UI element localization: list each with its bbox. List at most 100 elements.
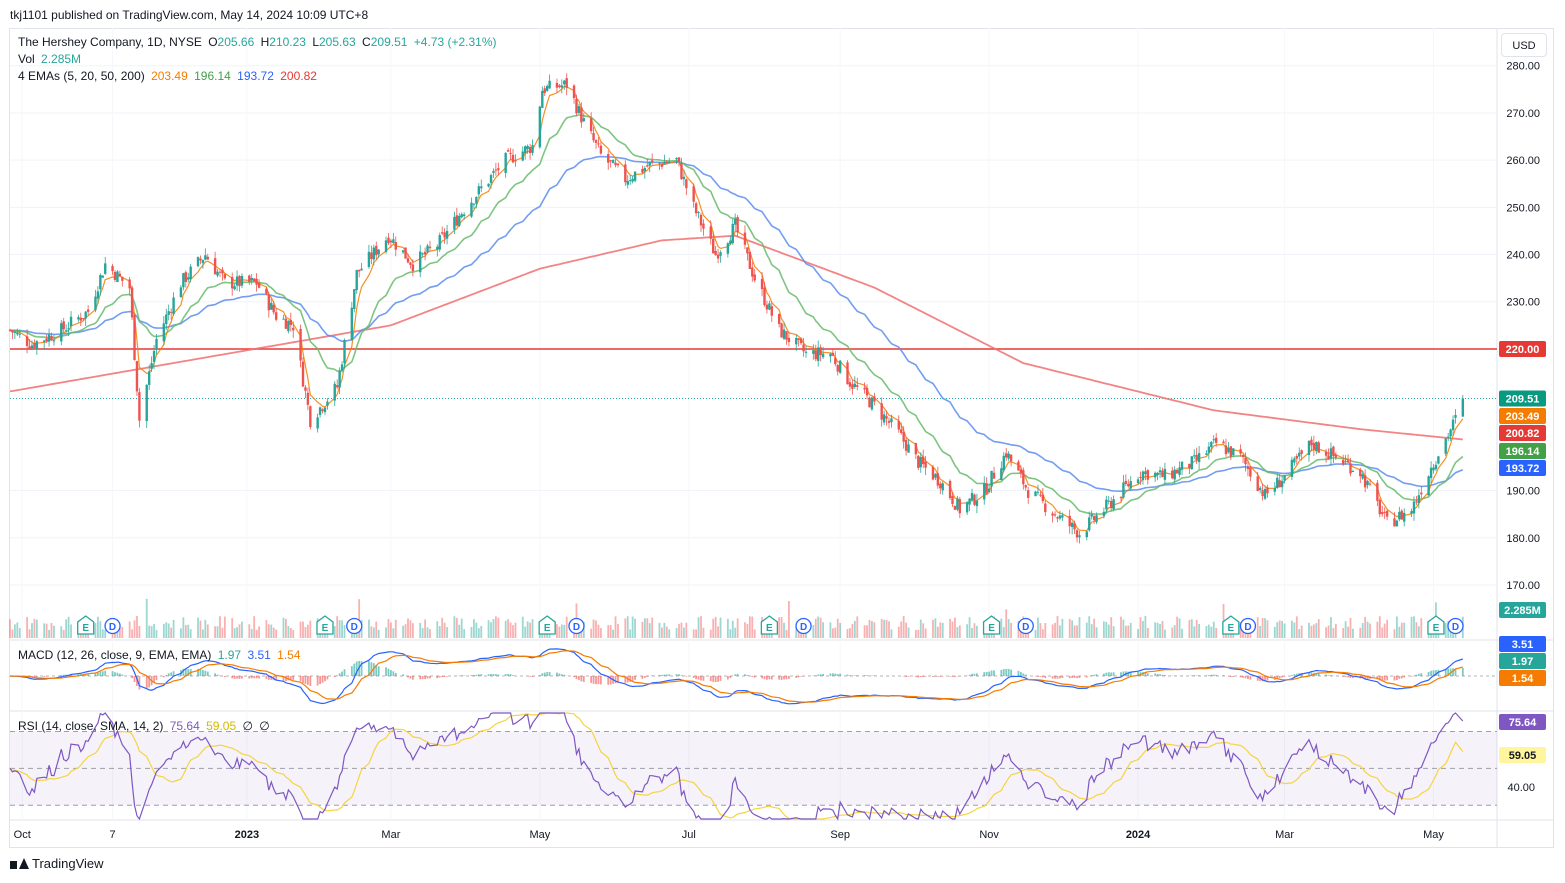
- dividend-marker: D: [568, 617, 585, 635]
- ema5-price-tag-text: 203.49: [1506, 411, 1540, 423]
- macd-histogram-bar: [292, 676, 295, 680]
- candle-body: [1022, 470, 1025, 485]
- candle-body: [1105, 499, 1108, 510]
- volume-bar: [1283, 623, 1286, 638]
- candle-body: [685, 179, 688, 189]
- candle-body: [1434, 464, 1438, 470]
- macd-histogram-bar: [460, 675, 463, 676]
- candle-body: [1412, 501, 1416, 514]
- volume-bar: [473, 619, 475, 638]
- volume-bar: [1347, 626, 1349, 638]
- macd-histogram-bar: [668, 674, 671, 676]
- candle-body: [460, 214, 463, 218]
- ema50-price-tag: 193.72: [1499, 460, 1546, 476]
- volume-bar: [954, 617, 956, 638]
- ohlc-high: H210.23: [260, 35, 306, 49]
- candle-body: [599, 145, 603, 154]
- macd-histogram-bar: [326, 676, 329, 680]
- volume-bar: [241, 621, 243, 638]
- candle-body: [609, 160, 612, 162]
- rsi-label[interactable]: RSI (14, close, SMA, 14, 2): [18, 719, 163, 733]
- currency-button[interactable]: USD: [1501, 33, 1547, 57]
- macd-histogram-bar: [717, 676, 719, 682]
- candle-body: [814, 350, 817, 360]
- volume-bar: [429, 629, 431, 638]
- candle-body: [318, 407, 322, 415]
- candle-body: [1227, 447, 1230, 453]
- macd-histogram-bar: [661, 674, 663, 676]
- volume-bar: [1403, 622, 1406, 638]
- volume-bar: [714, 616, 717, 638]
- macd-histogram-bar: [424, 676, 426, 680]
- candle-body: [716, 254, 720, 259]
- candle-body: [1039, 494, 1042, 496]
- volume-bar: [971, 628, 973, 638]
- macd-histogram-bar: [407, 676, 409, 678]
- macd-histogram-bar: [597, 676, 600, 685]
- volume-bar: [275, 629, 278, 638]
- volume-bar: [675, 628, 678, 638]
- candle-body: [1107, 500, 1110, 502]
- volume-bar: [1327, 625, 1330, 638]
- candle-body: [284, 318, 288, 329]
- ema-label[interactable]: 4 EMAs (5, 20, 50, 200): [18, 69, 145, 83]
- candle-body: [1346, 460, 1350, 463]
- candle-body: [187, 277, 190, 280]
- volume-bar: [1181, 628, 1183, 638]
- candle-body: [213, 258, 217, 275]
- candle-body: [99, 275, 102, 290]
- candle-body: [104, 263, 107, 274]
- macd-signal-value: 1.54: [277, 648, 301, 662]
- volume-bar: [231, 618, 234, 638]
- volume-bar: [1413, 616, 1415, 638]
- candle-body: [289, 319, 292, 326]
- candle-body: [33, 342, 36, 349]
- macd-histogram-bar: [814, 675, 817, 676]
- time-tick-label: Mar: [1275, 829, 1294, 841]
- candle-body: [445, 230, 449, 239]
- macd-histogram-bar: [1061, 676, 1064, 678]
- candle-body: [582, 118, 586, 122]
- candle-body: [304, 387, 307, 391]
- candle-body: [196, 257, 200, 267]
- macd-histogram-bar: [1383, 676, 1386, 681]
- volume-bar: [470, 626, 473, 638]
- candle-body: [492, 171, 495, 173]
- candle-body: [1153, 472, 1157, 478]
- candle-body: [882, 414, 886, 423]
- volume-label[interactable]: Vol: [18, 52, 35, 66]
- candle-body: [736, 217, 739, 233]
- volume-bar: [643, 618, 646, 638]
- candle-body: [831, 352, 835, 356]
- volume-tag-text: 2.285M: [1504, 605, 1541, 617]
- candle-body: [917, 455, 920, 469]
- volume-bar: [148, 625, 151, 638]
- macd-histogram-bar: [167, 673, 170, 676]
- volume-bar: [480, 625, 483, 638]
- candle-body: [538, 106, 542, 148]
- volume-bar: [1310, 625, 1313, 638]
- volume-bar: [1173, 625, 1176, 638]
- macd-label[interactable]: MACD (12, 26, close, 9, EMA, EMA): [18, 648, 211, 662]
- candle-body: [169, 311, 173, 313]
- candle-body: [18, 333, 21, 335]
- candle-body: [1415, 501, 1418, 503]
- candle-body: [1173, 469, 1176, 480]
- chart-canvas[interactable]: 170.00 180.00 190.00 230.00 240.00 250.00 260.…: [0, 0, 1565, 883]
- candle-body: [985, 483, 988, 494]
- candle-body: [795, 338, 798, 345]
- volume-bar: [206, 624, 209, 638]
- symbol-name[interactable]: The Hershey Company, 1D, NYSE: [18, 35, 202, 49]
- candle-body: [524, 146, 527, 154]
- macd-histogram-bar: [822, 673, 824, 676]
- ema5-price-tag: 203.49: [1499, 408, 1546, 424]
- volume-bar: [1290, 620, 1293, 638]
- macd-histogram-bar: [411, 676, 414, 680]
- candle-body: [426, 245, 429, 253]
- candle-body: [594, 140, 598, 143]
- dividend-marker: D: [346, 617, 363, 635]
- price-tick-label: 240.00: [1506, 250, 1540, 262]
- candle-body: [240, 275, 244, 286]
- volume-bar: [932, 619, 934, 638]
- candle-body: [230, 277, 234, 289]
